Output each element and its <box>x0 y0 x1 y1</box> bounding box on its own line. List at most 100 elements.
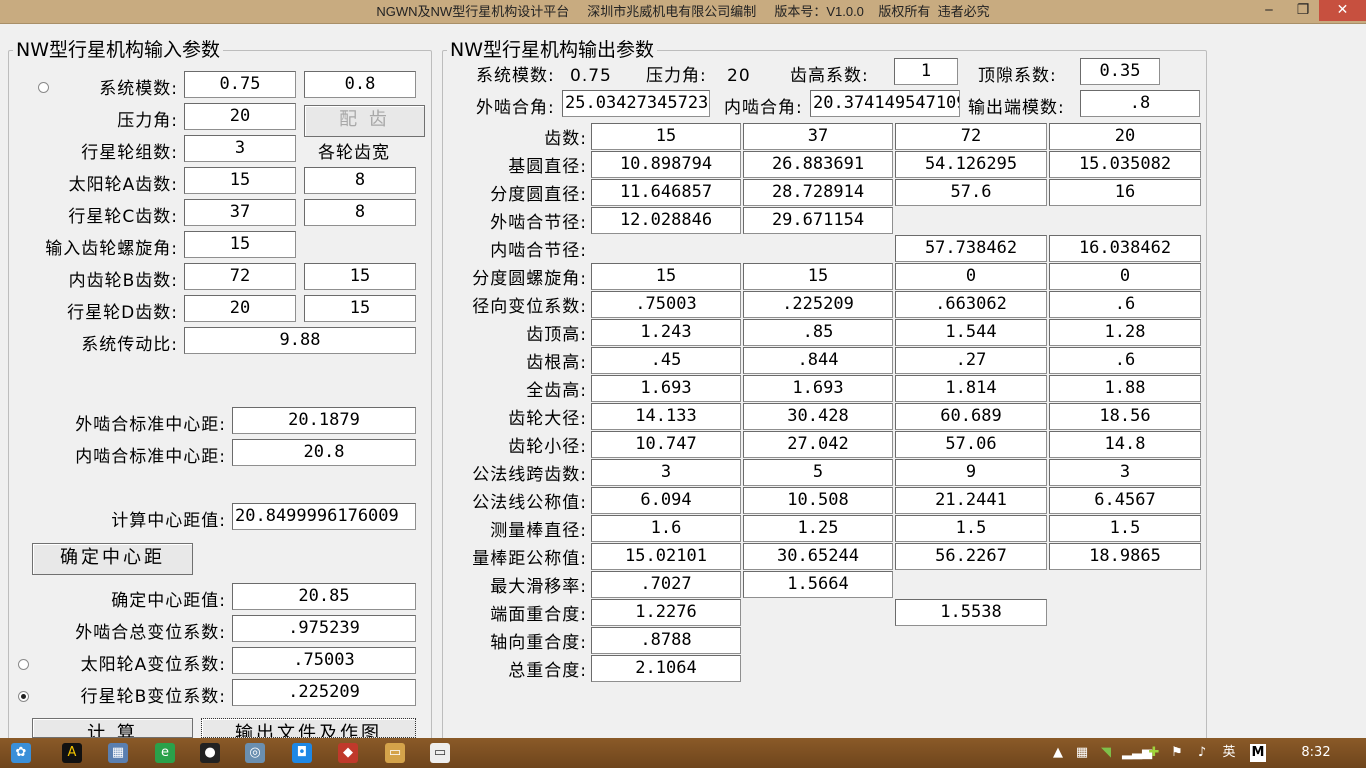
output-cell[interactable]: 1.6 <box>591 515 741 542</box>
output-cell[interactable]: 5 <box>743 459 893 486</box>
start-icon[interactable]: ✿ <box>11 743 31 763</box>
ratio-field[interactable]: 9.88 <box>184 327 416 354</box>
output-cell[interactable]: 11.646857 <box>591 179 741 206</box>
output-cell[interactable]: 1.5 <box>895 515 1047 542</box>
output-cell[interactable]: 72 <box>895 123 1047 150</box>
output-cell[interactable]: 16.038462 <box>1049 235 1201 262</box>
output-cell[interactable]: 57.738462 <box>895 235 1047 262</box>
output-cell[interactable]: .27 <box>895 347 1047 374</box>
qq-icon[interactable]: ● <box>200 743 220 763</box>
ring-b-teeth-field[interactable]: 72 <box>184 263 296 290</box>
output-cell[interactable]: .85 <box>743 319 893 346</box>
ring-b-width-field[interactable]: 15 <box>304 263 416 290</box>
calculate-button[interactable]: 计 算 <box>32 718 193 738</box>
output-cell[interactable]: 1.25 <box>743 515 893 542</box>
ime-lang[interactable]: 英 <box>1220 744 1238 762</box>
output-cell[interactable]: 21.2441 <box>895 487 1047 514</box>
close-icon[interactable]: ✕ <box>1319 0 1366 21</box>
helix-angle-field[interactable]: 15 <box>184 231 296 258</box>
ext-total-shift-field[interactable]: .975239 <box>232 615 416 642</box>
output-cell[interactable]: 12.028846 <box>591 207 741 234</box>
confirmed-center-field[interactable]: 20.85 <box>232 583 416 610</box>
output-cell[interactable]: 6.094 <box>591 487 741 514</box>
ime-mode[interactable]: M <box>1250 744 1266 762</box>
output-cell[interactable]: 20 <box>1049 123 1201 150</box>
confirm-center-button[interactable]: 确定中心距 <box>32 543 193 575</box>
output-cell[interactable]: 18.56 <box>1049 403 1201 430</box>
ext-std-center-field[interactable]: 20.1879 <box>232 407 416 434</box>
output-cell[interactable]: 15 <box>743 263 893 290</box>
output-cell[interactable]: 1.28 <box>1049 319 1201 346</box>
output-cell[interactable]: 57.6 <box>895 179 1047 206</box>
output-cell[interactable]: 15 <box>591 263 741 290</box>
output-cell[interactable]: 15.035082 <box>1049 151 1201 178</box>
tray-green-icon[interactable]: ◥ <box>1098 744 1114 762</box>
module-b-field[interactable]: 0.8 <box>304 71 416 98</box>
planet-c-teeth-field[interactable]: 37 <box>184 199 296 226</box>
output-cell[interactable]: .663062 <box>895 291 1047 318</box>
output-cell[interactable]: 54.126295 <box>895 151 1047 178</box>
output-cell[interactable]: 0 <box>895 263 1047 290</box>
output-cell[interactable]: 18.9865 <box>1049 543 1201 570</box>
pressure-angle-field[interactable]: 20 <box>184 103 296 130</box>
output-cell[interactable]: 1.814 <box>895 375 1047 402</box>
output-cell[interactable]: 1.693 <box>743 375 893 402</box>
output-module-field[interactable]: .8 <box>1080 90 1200 117</box>
minimize-icon[interactable]: ‒ <box>1252 0 1286 20</box>
sun-a-shift-radio[interactable] <box>18 659 29 670</box>
calc-center-field[interactable]: 20.8499996176009 <box>232 503 416 530</box>
output-cell[interactable]: 29.671154 <box>743 207 893 234</box>
output-cell[interactable]: 28.728914 <box>743 179 893 206</box>
output-cell[interactable]: 1.88 <box>1049 375 1201 402</box>
output-cell[interactable]: 56.2267 <box>895 543 1047 570</box>
output-cell[interactable]: .6 <box>1049 347 1201 374</box>
planet-c-width-field[interactable]: 8 <box>304 199 416 226</box>
output-cell[interactable]: 3 <box>1049 459 1201 486</box>
planet-d-teeth-field[interactable]: 20 <box>184 295 296 322</box>
output-cell[interactable]: .225209 <box>743 291 893 318</box>
output-cell[interactable]: 1.243 <box>591 319 741 346</box>
clearance-coef-field[interactable]: 0.35 <box>1080 58 1160 85</box>
match-teeth-button[interactable]: 配 齿 <box>304 105 425 137</box>
output-cell[interactable]: 1.5664 <box>743 571 893 598</box>
output-cell[interactable]: 2.1064 <box>591 655 741 682</box>
output-cell[interactable]: 3 <box>591 459 741 486</box>
output-cell[interactable]: 16 <box>1049 179 1201 206</box>
output-cell[interactable]: 30.428 <box>743 403 893 430</box>
output-cell[interactable]: 14.133 <box>591 403 741 430</box>
sun-a-shift-field[interactable]: .75003 <box>232 647 416 674</box>
output-cell[interactable]: 37 <box>743 123 893 150</box>
int-std-center-field[interactable]: 20.8 <box>232 439 416 466</box>
output-cell[interactable]: 1.544 <box>895 319 1047 346</box>
volume-icon[interactable]: ♪ <box>1194 744 1210 762</box>
output-cell[interactable]: 10.747 <box>591 431 741 458</box>
planet-b-shift-field[interactable]: .225209 <box>232 679 416 706</box>
output-cell[interactable]: 9 <box>895 459 1047 486</box>
output-cell[interactable]: 10.898794 <box>591 151 741 178</box>
output-cell[interactable]: .8788 <box>591 627 741 654</box>
app-a-icon[interactable]: A <box>62 743 82 763</box>
chat-icon[interactable]: ◘ <box>292 743 312 763</box>
tray-grid-icon[interactable]: ▦ <box>1074 744 1090 762</box>
browser-icon[interactable]: e <box>155 743 175 763</box>
output-cell[interactable]: 60.689 <box>895 403 1047 430</box>
output-cell[interactable]: 27.042 <box>743 431 893 458</box>
network-app-icon[interactable]: ◎ <box>245 743 265 763</box>
output-cell[interactable]: 6.4567 <box>1049 487 1201 514</box>
planet-sets-field[interactable]: 3 <box>184 135 296 162</box>
output-cell[interactable]: 1.2276 <box>591 599 741 626</box>
output-cell[interactable]: 10.508 <box>743 487 893 514</box>
module-radio[interactable] <box>38 82 49 93</box>
output-cell[interactable]: .6 <box>1049 291 1201 318</box>
planet-d-width-field[interactable]: 15 <box>304 295 416 322</box>
sun-a-teeth-field[interactable]: 15 <box>184 167 296 194</box>
output-cell[interactable]: 30.65244 <box>743 543 893 570</box>
addendum-coef-field[interactable]: 1 <box>894 58 958 85</box>
output-cell[interactable]: 0 <box>1049 263 1201 290</box>
output-cell[interactable]: 1.5538 <box>895 599 1047 626</box>
output-cell[interactable]: .844 <box>743 347 893 374</box>
sun-a-width-field[interactable]: 8 <box>304 167 416 194</box>
planet-b-shift-radio[interactable] <box>18 691 29 702</box>
shield-icon[interactable]: ◆ <box>338 743 358 763</box>
int-mesh-angle-field[interactable]: 20.374149547109 <box>810 90 960 117</box>
